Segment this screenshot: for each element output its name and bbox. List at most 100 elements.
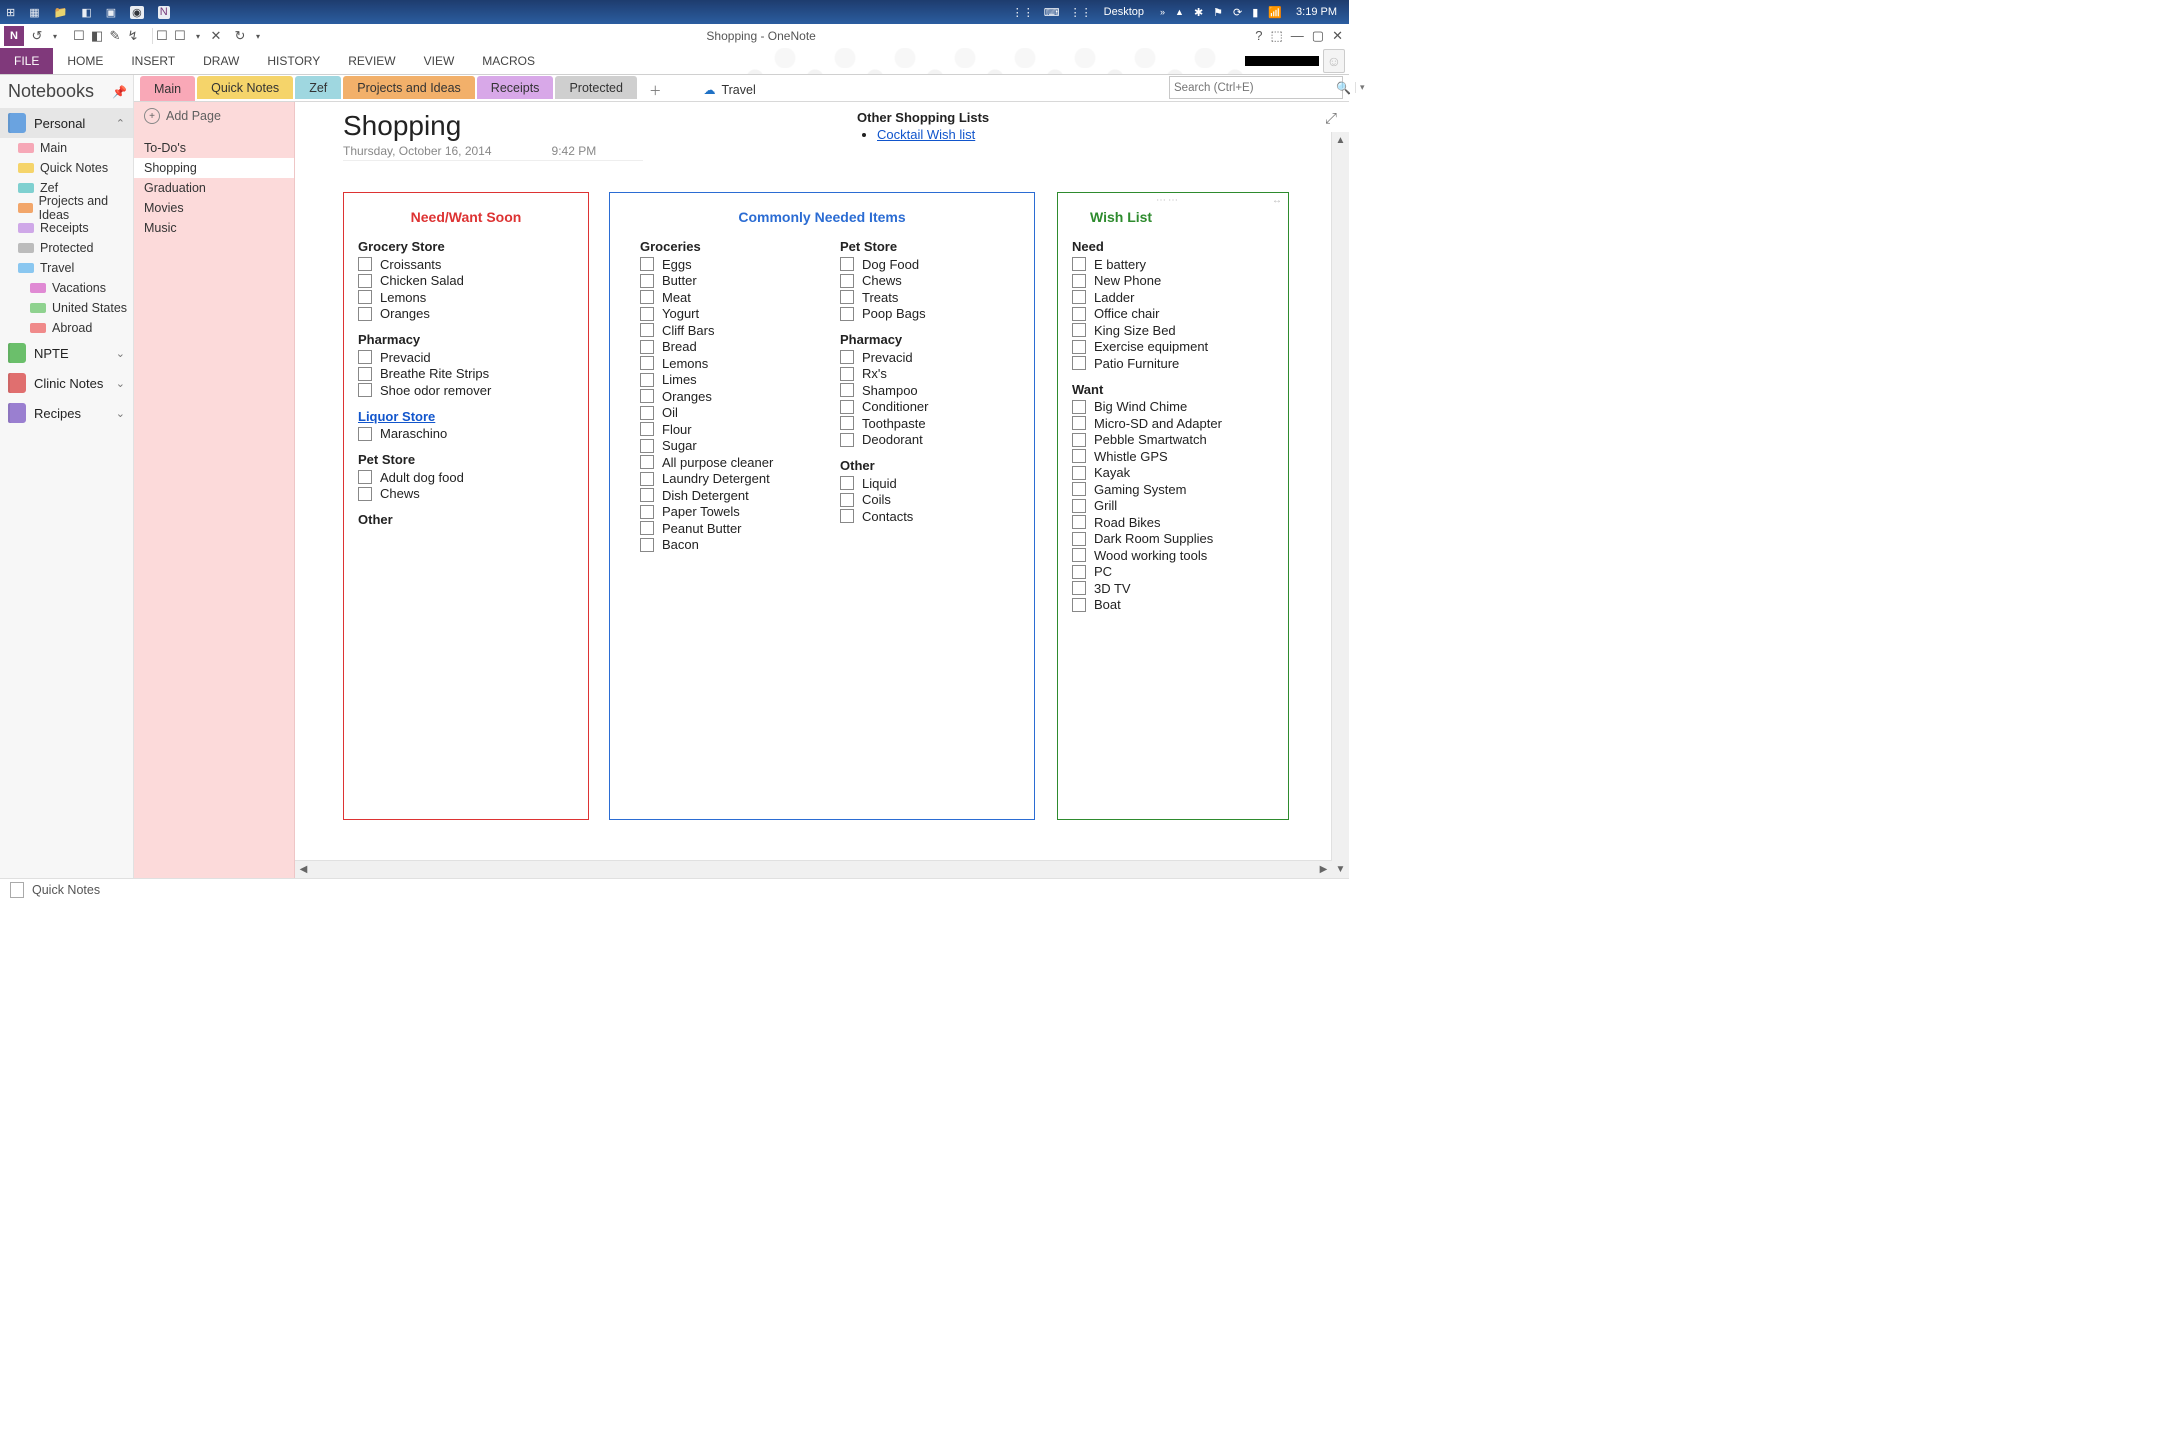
avatar-icon[interactable]: ☺ (1323, 49, 1345, 73)
checklist-item[interactable]: Rx's (840, 366, 990, 383)
other-list-link[interactable]: Cocktail Wish list (877, 127, 975, 142)
checklist-item[interactable]: Treats (840, 289, 990, 306)
checkbox-icon[interactable] (640, 274, 654, 288)
checklist-item[interactable]: Grill (1072, 498, 1274, 515)
checkbox-icon[interactable] (1072, 433, 1086, 447)
checklist-item[interactable]: Kayak (1072, 465, 1274, 482)
qat-delete-button[interactable]: ✕ (207, 27, 225, 45)
task-app-icon[interactable]: ▣ (106, 6, 116, 19)
need-want-soon-box[interactable]: Need/Want Soon Grocery StoreCroissantsCh… (343, 192, 589, 820)
checkbox-icon[interactable] (640, 356, 654, 370)
tray-up-icon[interactable]: ▲ (1175, 7, 1184, 17)
checklist-item[interactable]: Micro-SD and Adapter (1072, 415, 1274, 432)
undo-button[interactable]: ↺ (28, 27, 46, 45)
notebook-item[interactable]: Clinic Notes⌄ (0, 368, 133, 398)
checklist-item[interactable]: Conditioner (840, 399, 990, 416)
checklist-item[interactable]: Laundry Detergent (640, 471, 810, 488)
checklist-item[interactable]: Maraschino (358, 426, 574, 443)
checkbox-icon[interactable] (640, 257, 654, 271)
checklist-item[interactable]: Bacon (640, 537, 810, 554)
tray-icon[interactable]: ⋮⋮ (1012, 6, 1034, 19)
page-item[interactable]: Graduation (134, 178, 294, 198)
ribbon-tab[interactable]: INSERT (117, 48, 189, 74)
file-tab[interactable]: FILE (0, 48, 53, 74)
onenote-logo-icon[interactable]: N (4, 26, 24, 46)
scroll-right-icon[interactable]: ▶ (1315, 861, 1332, 878)
chevron-icon[interactable]: ⌃ (116, 117, 125, 130)
ribbon-tab[interactable]: DRAW (189, 48, 253, 74)
checkbox-icon[interactable] (358, 383, 372, 397)
checklist-item[interactable]: Pebble Smartwatch (1072, 432, 1274, 449)
checklist-item[interactable]: Yogurt (640, 306, 810, 323)
commonly-needed-box[interactable]: Commonly Needed Items GroceriesEggsButte… (609, 192, 1035, 820)
checklist-item[interactable]: Chews (840, 273, 990, 290)
checkbox-icon[interactable] (1072, 340, 1086, 354)
checkbox-icon[interactable] (640, 389, 654, 403)
page-item[interactable]: Movies (134, 198, 294, 218)
checklist-item[interactable]: Poop Bags (840, 306, 990, 323)
checkbox-icon[interactable] (640, 472, 654, 486)
checkbox-icon[interactable] (640, 455, 654, 469)
subsection-item[interactable]: United States (0, 298, 133, 318)
ribbon-display-button[interactable]: ⬚ (1271, 28, 1283, 44)
ribbon-tab[interactable]: HOME (53, 48, 117, 74)
checklist-item[interactable]: Patio Furniture (1072, 355, 1274, 372)
checklist-item[interactable]: E battery (1072, 256, 1274, 273)
other-lists-block[interactable]: Other Shopping Lists Cocktail Wish list (857, 110, 989, 142)
chevron-icon[interactable]: ⌄ (116, 347, 125, 360)
section-item[interactable]: Projects and Ideas (0, 198, 133, 218)
checkbox-icon[interactable] (1072, 274, 1086, 288)
checklist-item[interactable]: Lemons (358, 289, 574, 306)
section-tab[interactable]: Quick Notes (197, 76, 293, 99)
checkbox-icon[interactable] (640, 521, 654, 535)
checkbox-icon[interactable] (640, 505, 654, 519)
section-item[interactable]: Protected (0, 238, 133, 258)
checklist-item[interactable]: Oranges (640, 388, 810, 405)
ribbon-tab[interactable]: REVIEW (334, 48, 409, 74)
checkbox-icon[interactable] (840, 290, 854, 304)
checkbox-icon[interactable] (640, 323, 654, 337)
search-icon[interactable]: 🔍 (1332, 81, 1355, 95)
checklist-item[interactable]: Liquid (840, 475, 990, 492)
checkbox-icon[interactable] (840, 383, 854, 397)
checkbox-icon[interactable] (640, 373, 654, 387)
checklist-item[interactable]: Meat (640, 289, 810, 306)
checklist-item[interactable]: Coils (840, 492, 990, 509)
close-button[interactable]: ✕ (1332, 28, 1343, 44)
search-input[interactable] (1170, 82, 1332, 94)
checkbox-icon[interactable] (840, 433, 854, 447)
qat-button[interactable]: ↯ (124, 27, 142, 45)
checklist-item[interactable]: Prevacid (358, 349, 574, 366)
checklist-item[interactable]: Flour (640, 421, 810, 438)
desktop-toolbar-label[interactable]: Desktop (1102, 6, 1150, 18)
section-tab[interactable]: Main (140, 76, 195, 101)
page-item[interactable]: To-Do's (134, 138, 294, 158)
checkbox-icon[interactable] (1072, 449, 1086, 463)
container-handle[interactable]: ⋯⋯↔ (1064, 195, 1282, 205)
checkbox-icon[interactable] (640, 406, 654, 420)
checkbox-icon[interactable] (1072, 548, 1086, 562)
checklist-item[interactable]: Wood working tools (1072, 547, 1274, 564)
page-title[interactable]: Shopping (343, 110, 1329, 142)
maximize-button[interactable]: ▢ (1312, 28, 1324, 44)
page-item[interactable]: Shopping (134, 158, 294, 178)
checklist-item[interactable]: Peanut Butter (640, 520, 810, 537)
checklist-item[interactable]: PC (1072, 564, 1274, 581)
checklist-item[interactable]: Eggs (640, 256, 810, 273)
tray-battery-icon[interactable]: ▮ (1252, 6, 1258, 19)
qat-dropdown-icon[interactable]: ▾ (46, 27, 64, 45)
tray-app-icon[interactable]: ✱ (1194, 6, 1203, 19)
checkbox-icon[interactable] (840, 493, 854, 507)
checkbox-icon[interactable] (1072, 532, 1086, 546)
checklist-item[interactable]: Chicken Salad (358, 273, 574, 290)
redo-button[interactable]: ↻ (231, 27, 249, 45)
checklist-item[interactable]: Chews (358, 486, 574, 503)
tray-sync-icon[interactable]: ⟳ (1233, 6, 1242, 19)
checklist-item[interactable]: King Size Bed (1072, 322, 1274, 339)
add-section-tab[interactable]: ＋ (639, 78, 672, 101)
checkbox-icon[interactable] (358, 350, 372, 364)
checklist-item[interactable]: Deodorant (840, 432, 990, 449)
tray-flag-icon[interactable]: ⚑ (1213, 6, 1223, 19)
section-tab[interactable]: Protected (555, 76, 637, 99)
qat-customize-icon[interactable]: ▾ (249, 27, 267, 45)
